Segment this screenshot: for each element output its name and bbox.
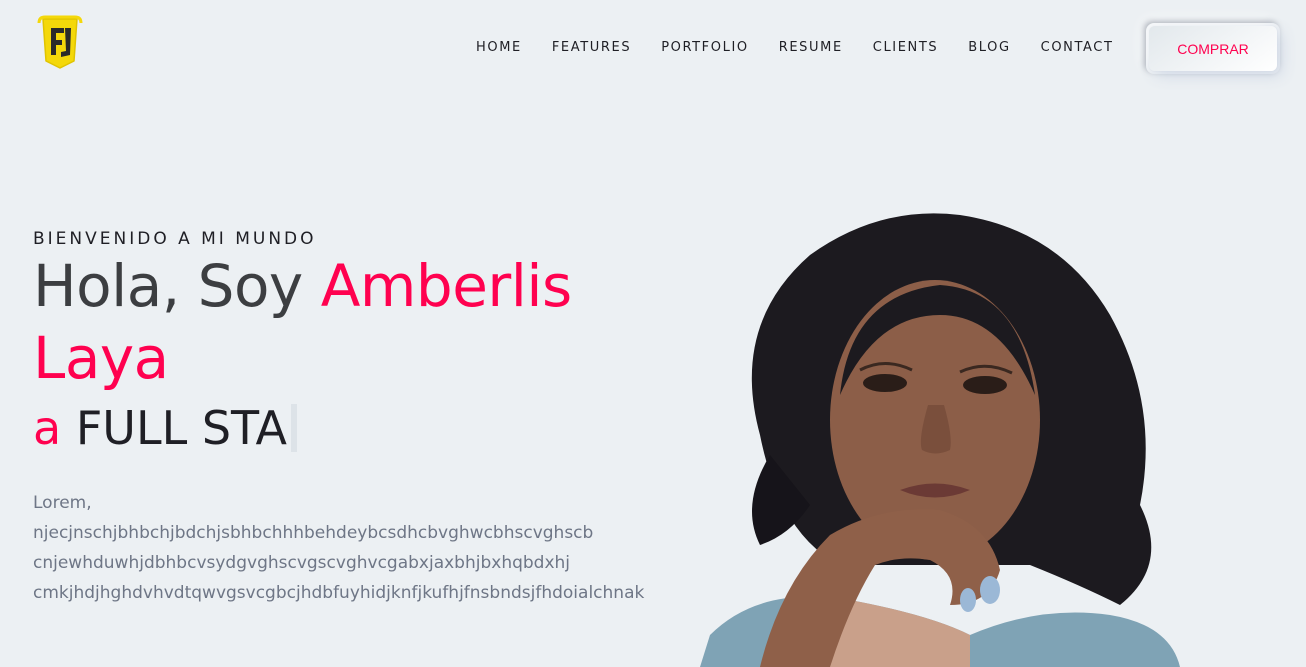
hero-description: Lorem, njecjnschjbhbchjbdchjsbhbchhhbehd… xyxy=(33,488,733,608)
profile-photo xyxy=(700,213,1180,667)
typed-text: FULL STA xyxy=(75,401,288,455)
typed-prefix: a xyxy=(33,401,76,455)
nav-clients[interactable]: CLIENTS xyxy=(873,40,939,56)
nav-features[interactable]: FEATURES xyxy=(552,40,631,56)
nav-portfolio[interactable]: PORTFOLIO xyxy=(661,40,749,56)
description-line: Lorem, xyxy=(33,493,92,513)
typed-headline: a FULL STA xyxy=(33,400,298,456)
buy-button[interactable]: COMPRAR xyxy=(1149,26,1277,71)
description-line: njecjnschjbhbchjbdchjsbhbchhhbehdeybcsdh… xyxy=(33,523,594,543)
description-line: cmkjhdjhghdvhvdtqwvgsvcgbcjhdbfuyhidjknf… xyxy=(33,583,645,603)
site-header: HOME FEATURES PORTFOLIO RESUME CLIENTS B… xyxy=(0,0,1306,96)
hero-subtitle: BIENVENIDO A MI MUNDO xyxy=(33,229,317,249)
main-nav: HOME FEATURES PORTFOLIO RESUME CLIENTS B… xyxy=(476,40,1144,56)
hero-title: Hola, Soy Amberlis Laya xyxy=(33,250,713,394)
js-shield-logo-icon[interactable] xyxy=(37,15,83,71)
nav-resume[interactable]: RESUME xyxy=(779,40,843,56)
nav-contact[interactable]: CONTACT xyxy=(1041,40,1114,56)
hero-greeting: Hola, Soy xyxy=(33,252,321,320)
description-line: cnjewhduwhjdbhbcvsydgvghscvgscvghvcgabxj… xyxy=(33,553,571,573)
nav-blog[interactable]: BLOG xyxy=(968,40,1010,56)
nav-home[interactable]: HOME xyxy=(476,40,522,56)
typing-cursor xyxy=(291,404,298,452)
